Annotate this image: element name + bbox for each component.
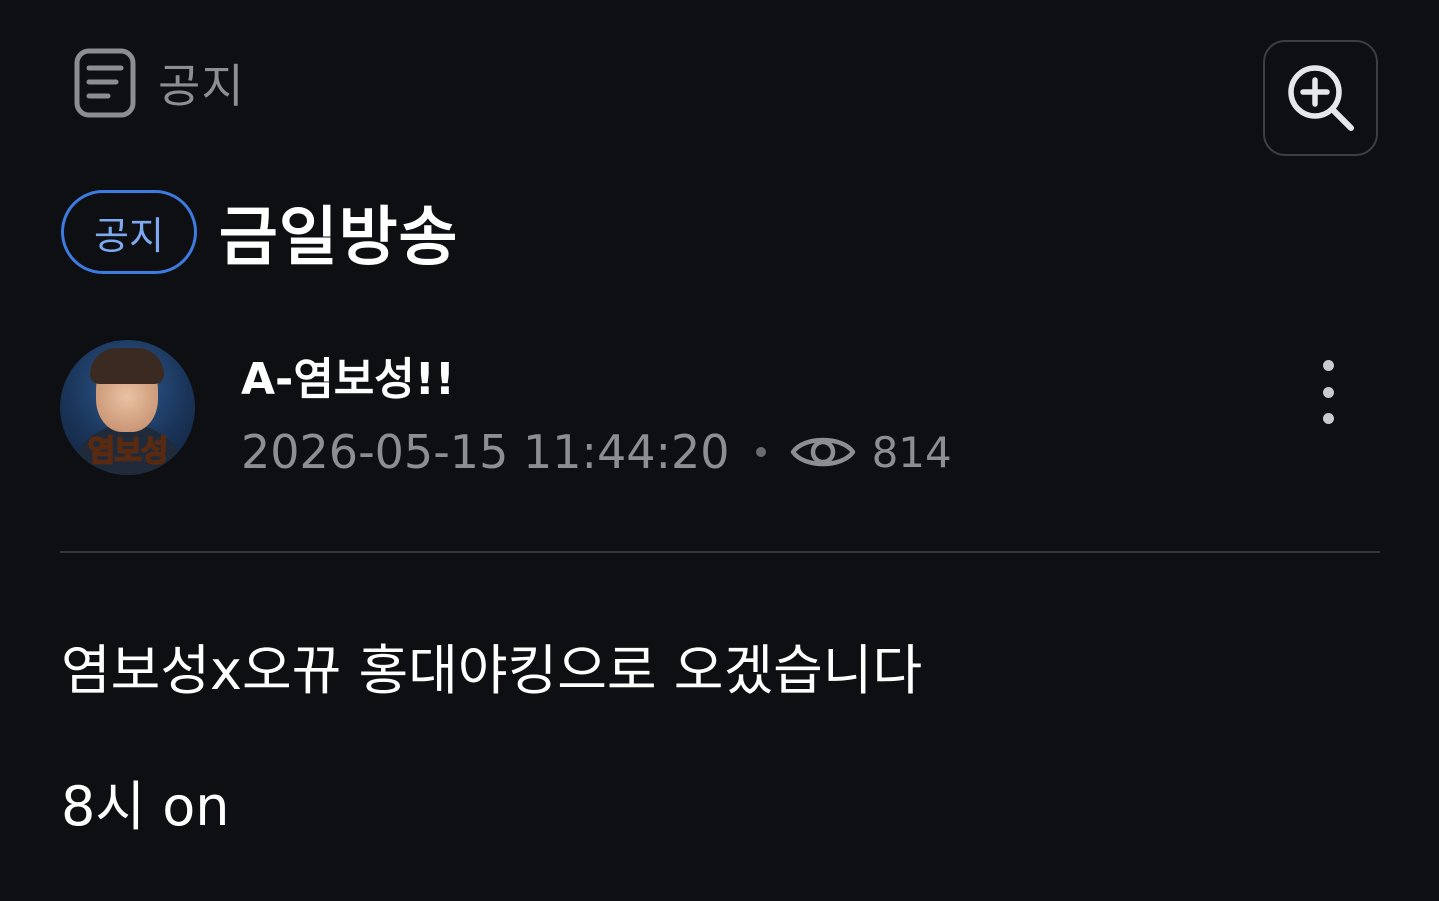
post-body-line: 8시 on <box>61 775 230 838</box>
notice-badge: 공지 <box>61 190 197 274</box>
eye-icon <box>790 437 855 467</box>
breadcrumb[interactable]: 공지 <box>74 48 245 118</box>
avatar[interactable]: 염보성 <box>60 340 195 475</box>
zoom-in-button[interactable] <box>1263 40 1378 156</box>
more-options-icon <box>1322 360 1334 371</box>
post-timestamp: 2026-05-15 11:44:20 <box>241 425 730 479</box>
divider <box>60 551 1380 553</box>
title-row: 공지 금일방송 <box>61 186 458 278</box>
more-options-button[interactable] <box>1310 360 1346 424</box>
post-title: 금일방송 <box>218 201 459 275</box>
separator-dot <box>755 447 766 457</box>
zoom-in-icon <box>1287 65 1354 131</box>
view-count: 814 <box>871 427 952 477</box>
post-body-line: 염보성x오뀨 홍대야킹으로 오겠습니다 <box>61 639 923 702</box>
document-list-icon <box>74 48 136 118</box>
post-detail-page: 공지 공지 금일방송 염보성 A-염보성!! 2026-05-15 11:44:… <box>0 0 1439 901</box>
avatar-nametag: 염보성 <box>87 433 169 470</box>
post-meta: 2026-05-15 11:44:20 814 <box>241 425 952 479</box>
breadcrumb-label: 공지 <box>158 59 245 113</box>
author-name[interactable]: A-염보성!! <box>241 343 455 407</box>
